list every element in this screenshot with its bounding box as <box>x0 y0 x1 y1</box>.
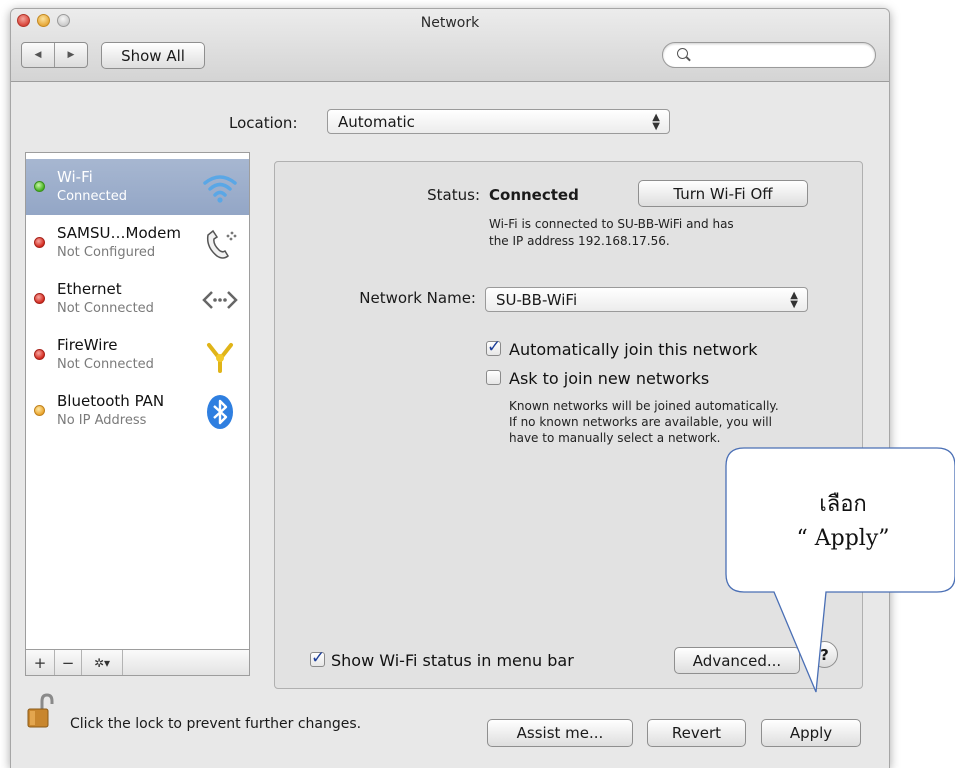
service-name: SAMSU…Modem <box>57 224 181 242</box>
status-dot-icon <box>34 237 45 248</box>
phone-modem-icon <box>206 229 237 259</box>
ask-join-description-line2: If no known networks are available, you … <box>509 415 772 429</box>
show-wifi-status-checkbox[interactable]: ✓ <box>310 648 325 668</box>
search-field[interactable] <box>662 42 876 68</box>
service-name: Bluetooth PAN <box>57 392 165 410</box>
back-arrow-icon[interactable]: ◀ <box>22 43 55 67</box>
window-title: Network <box>420 15 480 31</box>
search-icon <box>677 48 688 59</box>
network-name-popup[interactable]: SU-BB-WiFi ▲ ▼ <box>485 287 808 312</box>
service-list: Wi-Fi Connected SAMSU…Modem Not Configur… <box>25 152 250 650</box>
ethernet-icon <box>202 291 238 309</box>
wifi-icon <box>203 175 237 203</box>
ask-join-label: Ask to join new networks <box>509 369 710 388</box>
service-item-wifi[interactable]: Wi-Fi Connected <box>26 159 249 215</box>
firewire-icon <box>207 343 233 373</box>
location-value: Automatic <box>338 112 415 131</box>
service-status: Not Configured <box>57 245 156 260</box>
checkmark-icon: ✓ <box>311 648 326 668</box>
show-all-button[interactable]: Show All <box>101 42 205 69</box>
service-item-firewire[interactable]: FireWire Not Connected <box>26 327 249 383</box>
status-dot-icon <box>34 181 45 192</box>
popup-arrows-icon: ▲ ▼ <box>790 290 798 310</box>
service-status: Not Connected <box>57 301 154 316</box>
title-bar: Network ◀ ▶ Show All <box>11 9 889 82</box>
ask-join-description-line1: Known networks will be joined automatica… <box>509 399 779 413</box>
status-description-line2: the IP address 192.168.17.56. <box>489 234 670 248</box>
service-item-samsung-modem[interactable]: SAMSU…Modem Not Configured <box>26 215 249 271</box>
network-name-label: Network Name: <box>359 289 476 307</box>
auto-join-label: Automatically join this network <box>509 340 758 359</box>
callout-text: เลือก “ Apply” <box>758 488 928 556</box>
service-name: FireWire <box>57 336 118 354</box>
service-status: No IP Address <box>57 413 147 428</box>
status-description-line1: Wi-Fi is connected to SU-BB-WiFi and has <box>489 217 734 231</box>
service-status: Not Connected <box>57 357 154 372</box>
service-item-bluetooth-pan[interactable]: Bluetooth PAN No IP Address <box>26 383 249 439</box>
status-dot-icon <box>34 349 45 360</box>
gear-icon[interactable]: ✲▾ <box>82 650 123 675</box>
popup-arrows-icon: ▲ ▼ <box>652 112 660 132</box>
ask-join-description-line3: have to manually select a network. <box>509 431 721 445</box>
assist-me-button[interactable]: Assist me... <box>487 719 633 747</box>
service-name: Ethernet <box>57 280 122 298</box>
ask-join-checkbox[interactable] <box>486 370 501 385</box>
show-wifi-status-label: Show Wi-Fi status in menu bar <box>331 651 574 670</box>
status-value: Connected <box>489 186 579 204</box>
bluetooth-icon <box>207 395 233 429</box>
turn-wifi-off-button[interactable]: Turn Wi-Fi Off <box>638 180 808 207</box>
forward-arrow-icon[interactable]: ▶ <box>55 43 87 67</box>
remove-service-button[interactable]: − <box>55 650 82 675</box>
location-popup[interactable]: Automatic ▲ ▼ <box>327 109 670 134</box>
service-list-toolbar: + − ✲▾ <box>25 650 250 676</box>
network-name-value: SU-BB-WiFi <box>496 290 578 309</box>
callout-line1: เลือก <box>819 492 867 517</box>
auto-join-checkbox[interactable]: ✓ <box>486 337 501 357</box>
callout-line2: “ Apply” <box>796 526 890 551</box>
checkmark-icon: ✓ <box>487 337 502 357</box>
status-label: Status: <box>427 186 480 204</box>
service-name: Wi-Fi <box>57 168 93 186</box>
status-dot-icon <box>34 405 45 416</box>
lock-status-text: Click the lock to prevent further change… <box>70 716 362 732</box>
lock-icon[interactable] <box>27 693 54 729</box>
add-service-button[interactable]: + <box>26 650 55 675</box>
back-forward-control: ◀ ▶ <box>21 42 88 68</box>
status-dot-icon <box>34 293 45 304</box>
service-status: Connected <box>57 189 128 204</box>
location-label: Location: <box>229 114 298 132</box>
service-item-ethernet[interactable]: Ethernet Not Connected <box>26 271 249 327</box>
